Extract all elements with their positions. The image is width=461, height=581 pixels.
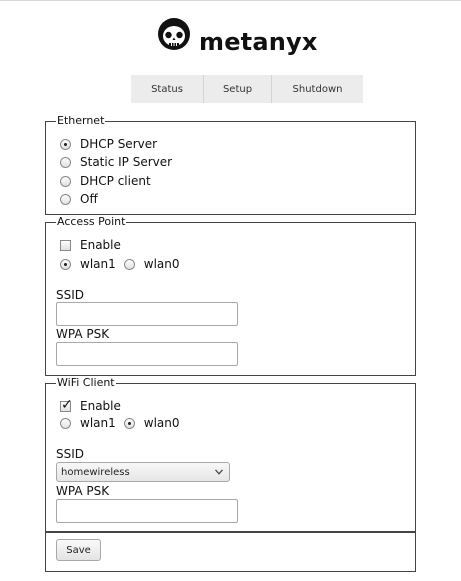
option-label: DHCP Server	[80, 137, 158, 151]
main-nav: Status Setup Shutdown	[131, 75, 363, 103]
ap-wlan0-label: wlan0	[143, 257, 180, 271]
ethernet-legend: Ethernet	[56, 114, 106, 127]
access-point-legend: Access Point	[56, 215, 127, 228]
radio-dhcp-client[interactable]	[60, 175, 71, 187]
ap-ssid-input[interactable]	[56, 302, 238, 326]
option-label: Static IP Server	[80, 155, 173, 169]
wc-radio-wlan0[interactable]	[123, 417, 135, 429]
ap-interface-row: wlan1 wlan0	[60, 257, 180, 271]
wc-enable-label: Enable	[80, 399, 121, 413]
ap-psk-input[interactable]	[56, 342, 238, 366]
access-point-fieldset: Access Point Enable wlan1 wlan0 SSID WPA…	[45, 215, 416, 376]
ap-enable-checkbox[interactable]	[60, 239, 71, 251]
ethernet-option-dhcp-server[interactable]: DHCP Server	[60, 137, 157, 151]
radio-off[interactable]	[60, 193, 71, 205]
wc-enable-row[interactable]: Enable	[60, 397, 121, 413]
wifi-client-fieldset: WiFi Client Enable wlan1 wlan0 SSID home…	[45, 376, 416, 532]
ethernet-option-static-ip[interactable]: Static IP Server	[60, 155, 172, 169]
wc-ssid-label: SSID	[56, 447, 85, 461]
ap-ssid-label: SSID	[56, 288, 85, 302]
ethernet-option-dhcp-client[interactable]: DHCP client	[60, 174, 151, 188]
ethernet-fieldset: Ethernet DHCP Server Static IP Server DH…	[45, 114, 416, 215]
ap-enable-row[interactable]: Enable	[60, 238, 121, 252]
radio-dhcp-server[interactable]	[60, 138, 71, 150]
chevron-down-icon	[215, 469, 223, 475]
wc-psk-label: WPA PSK	[56, 484, 110, 498]
ap-wlan1-label: wlan1	[80, 257, 116, 271]
wc-ssid-selected: homewireless	[61, 466, 130, 478]
wc-wlan0-label: wlan0	[143, 416, 180, 430]
wc-interface-row: wlan1 wlan0	[60, 416, 180, 430]
option-label: Off	[80, 192, 98, 206]
nav-setup[interactable]: Setup	[204, 75, 272, 103]
wifi-client-legend: WiFi Client	[56, 376, 116, 389]
wc-radio-wlan1[interactable]	[60, 417, 71, 429]
nav-status[interactable]: Status	[131, 75, 204, 103]
skull-logo-icon	[158, 18, 190, 50]
ap-enable-label: Enable	[80, 238, 121, 252]
top-border	[0, 0, 461, 1]
wc-wlan1-label: wlan1	[80, 416, 116, 430]
wc-enable-checkbox[interactable]	[60, 397, 73, 413]
ap-radio-wlan1[interactable]	[60, 258, 71, 270]
ap-radio-wlan0[interactable]	[123, 258, 135, 270]
save-button[interactable]: Save	[56, 539, 101, 561]
option-label: DHCP client	[80, 174, 151, 188]
actions-panel: Save	[45, 532, 416, 572]
brand-name: metanyx	[199, 28, 318, 56]
nav-shutdown[interactable]: Shutdown	[272, 75, 363, 103]
radio-static-ip[interactable]	[60, 156, 71, 168]
wc-ssid-select[interactable]: homewireless	[56, 462, 230, 482]
ap-psk-label: WPA PSK	[56, 327, 110, 341]
wc-psk-input[interactable]	[56, 499, 238, 523]
ethernet-option-off[interactable]: Off	[60, 192, 98, 206]
